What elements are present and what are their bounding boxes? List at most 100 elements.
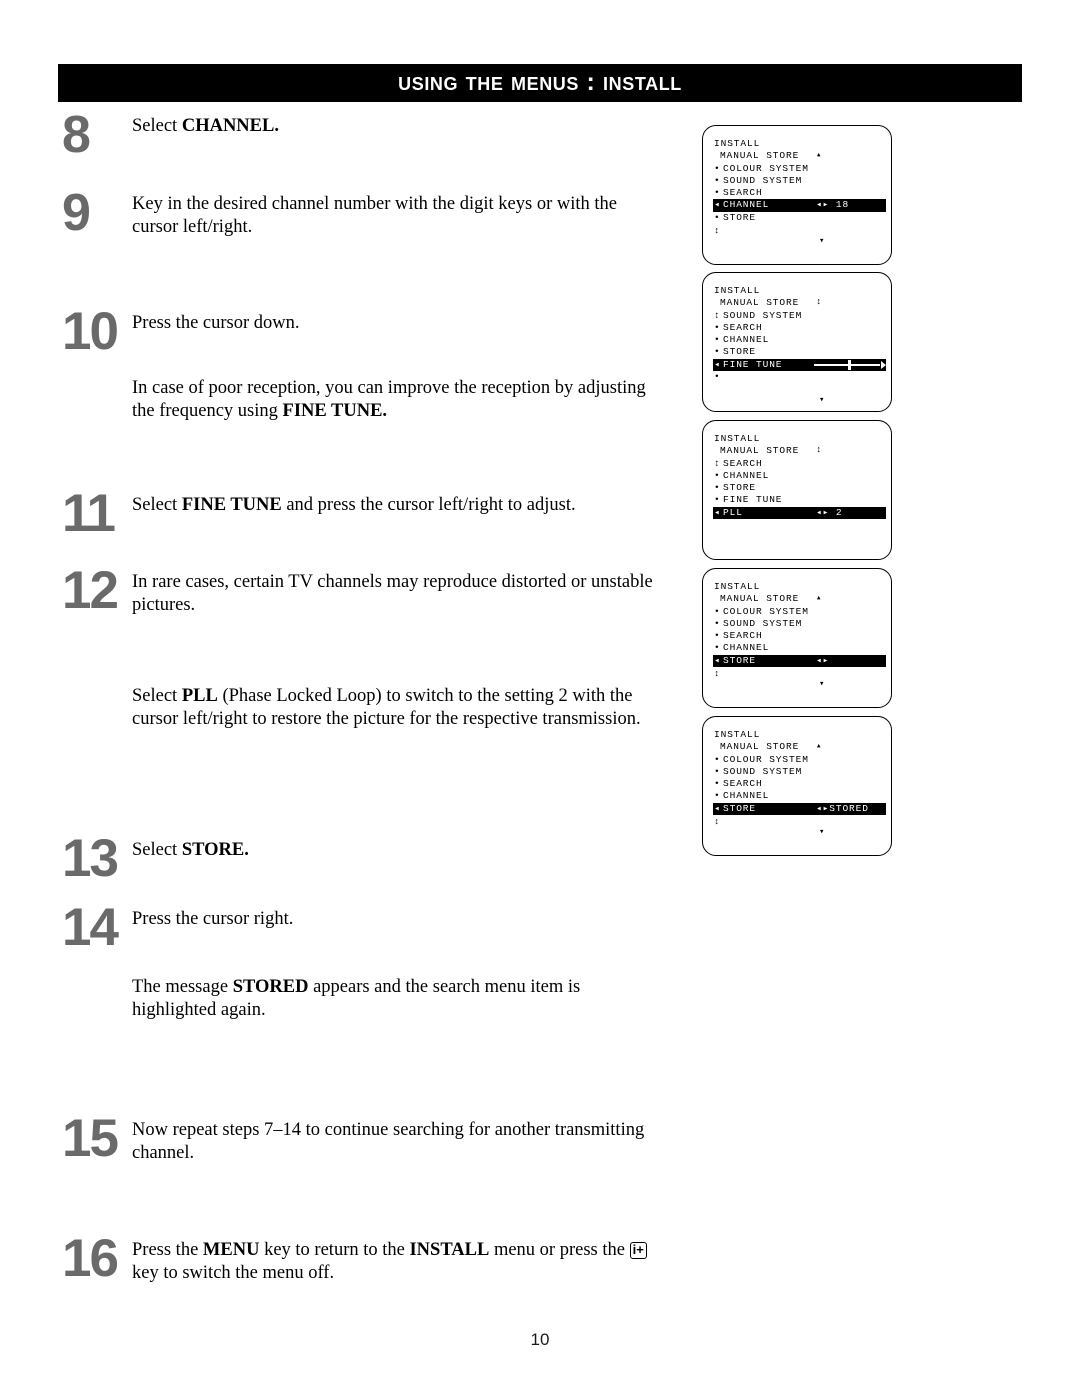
- page-header-bar: Using the Menus : Install: [58, 64, 1022, 102]
- osd-row[interactable]: • SEARCH: [713, 630, 891, 642]
- osd-row[interactable]: • COLOUR SYSTEM: [713, 606, 891, 618]
- osd-row[interactable]: • SOUND SYSTEM: [713, 766, 891, 778]
- slider-knob[interactable]: [848, 360, 851, 371]
- down-arrow-icon: ▾: [819, 827, 826, 838]
- osd-subtitle: MANUAL STORE ▴: [713, 741, 891, 753]
- osd-title: INSTALL: [714, 729, 761, 740]
- osd-content: INSTALL MANUAL STORE ▴ • COLOUR SYSTEM • SOUND…: [703, 569, 891, 703]
- up-down-arrow-icon: ↕: [714, 226, 721, 237]
- osd-row-value: ◂▸ 2: [816, 506, 843, 518]
- scroll-indicator-icon: ↕: [816, 445, 822, 456]
- osd-row-label: COLOUR SYSTEM: [723, 605, 809, 617]
- left-arrow-icon: ◂: [714, 199, 721, 211]
- up-down-arrow-icon: ↕: [714, 817, 721, 828]
- bullet-icon: •: [714, 605, 721, 617]
- osd-row-value: ◂▸STORED: [816, 802, 869, 814]
- osd-row[interactable]: • STORE: [713, 346, 891, 358]
- osd-subtitle: MANUAL STORE ▴: [713, 593, 891, 605]
- osd-footer-indicators: ▾: [713, 383, 891, 409]
- osd-footer-indicators: ↕ ▾: [713, 667, 891, 693]
- osd-row-label: SOUND SYSTEM: [723, 617, 803, 629]
- osd-row-selected[interactable]: ◂ CHANNEL ◂▸ 18: [713, 199, 886, 212]
- left-arrow-icon: ◂: [714, 506, 721, 518]
- bullet-icon: •: [714, 790, 721, 802]
- osd-row-value: ◂▸: [816, 654, 830, 666]
- step-12: 12 In rare cases, certain TV channels ma…: [62, 561, 662, 620]
- bullet-icon: •: [714, 642, 721, 654]
- screen-fine-tune: INSTALL MANUAL STORE ↕ ↕ SOUND SYSTEM • SEARCH…: [702, 272, 892, 412]
- step-number: 12: [62, 561, 119, 620]
- bullet-icon: •: [714, 371, 721, 383]
- step-13: 13 Select STORE.: [62, 832, 662, 885]
- step-text: Now repeat steps 7–14 to continue search…: [132, 1120, 645, 1163]
- osd-footer-indicators: ↕ ▾: [713, 224, 891, 250]
- bullet-icon: •: [714, 482, 721, 494]
- osd-row[interactable]: • STORE: [713, 482, 891, 494]
- osd-row-label: SEARCH: [723, 630, 763, 642]
- step-number: 9: [62, 184, 91, 242]
- step-text: Select CHANNEL.: [132, 116, 279, 136]
- osd-row[interactable]: • SEARCH: [713, 187, 891, 199]
- osd-content: INSTALL MANUAL STORE ↕ ↕ SOUND SYSTEM • SEARCH…: [703, 273, 891, 419]
- screen-channel: INSTALL MANUAL STORE ▴ • COLOUR SYSTEM • SOUND…: [702, 125, 892, 265]
- osd-row[interactable]: • CHANNEL: [713, 470, 891, 482]
- osd-row[interactable]: • COLOUR SYSTEM: [713, 163, 891, 175]
- osd-row-label: SOUND SYSTEM: [723, 309, 803, 321]
- osd-row-label: FINE TUNE: [723, 494, 783, 506]
- step-text: In rare cases, certain TV channels may r…: [132, 572, 653, 615]
- step-text: Press the cursor right.: [132, 909, 294, 929]
- osd-row-label: SEARCH: [723, 457, 763, 469]
- osd-row[interactable]: ↕ SOUND SYSTEM: [713, 310, 891, 322]
- osd-row[interactable]: • SEARCH: [713, 322, 891, 334]
- osd-row-selected[interactable]: ◂ STORE ◂▸: [713, 654, 886, 668]
- osd-row[interactable]: • CHANNEL: [713, 790, 891, 802]
- osd-title: INSTALL: [714, 138, 761, 149]
- osd-row[interactable]: • CHANNEL: [713, 334, 891, 346]
- osd-footer-indicators: ↕ ▾: [713, 815, 891, 841]
- fine-tune-slider[interactable]: [814, 360, 886, 371]
- osd-row-label: CHANNEL: [723, 334, 770, 346]
- left-arrow-icon: ◂: [714, 654, 721, 666]
- scroll-indicator-icon: ▴: [816, 593, 822, 604]
- osd-subtitle: MANUAL STORE ↕: [713, 297, 891, 309]
- osd-row[interactable]: •: [713, 371, 891, 383]
- osd-row[interactable]: • COLOUR SYSTEM: [713, 754, 891, 766]
- osd-row-label: PLL: [723, 506, 743, 518]
- osd-row-selected[interactable]: ◂ STORE ◂▸STORED: [713, 802, 886, 816]
- osd-subtitle-label: MANUAL STORE: [720, 593, 800, 605]
- osd-row-label: STORE: [723, 654, 757, 666]
- step-number: 15: [62, 1109, 119, 1168]
- osd-row[interactable]: • SOUND SYSTEM: [713, 618, 891, 630]
- step-14: 14 Press the cursor right.: [62, 901, 662, 954]
- osd-row[interactable]: • SOUND SYSTEM: [713, 175, 891, 187]
- osd-row[interactable]: • STORE: [713, 212, 891, 224]
- screen-store: INSTALL MANUAL STORE ▴ • COLOUR SYSTEM • SOUND…: [702, 568, 892, 708]
- bullet-icon: •: [714, 778, 721, 790]
- bullet-icon: •: [714, 753, 721, 765]
- page-number: 10: [530, 1330, 550, 1349]
- up-down-arrow-icon: ↕: [714, 669, 721, 680]
- osd-row[interactable]: • CHANNEL: [713, 642, 891, 654]
- osd-row[interactable]: ↕ SEARCH: [713, 458, 891, 470]
- bullet-icon: ↕: [714, 309, 721, 321]
- osd-row-label: STORE: [723, 346, 757, 358]
- bullet-icon: •: [714, 494, 721, 506]
- osd-subtitle: MANUAL STORE ↕: [713, 445, 891, 457]
- osd-row[interactable]: • FINE TUNE: [713, 494, 891, 506]
- bullet-icon: •: [714, 346, 721, 358]
- osd-row-selected[interactable]: ◂ PLL ◂▸ 2: [713, 506, 886, 520]
- step-number: 16: [62, 1229, 119, 1288]
- osd-row-label: STORE: [723, 482, 757, 494]
- osd-subtitle-label: MANUAL STORE: [720, 150, 800, 162]
- osd-row[interactable]: • SEARCH: [713, 778, 891, 790]
- osd-row-label: CHANNEL: [723, 199, 770, 211]
- step-11: 11 Select FINE TUNE and press the cursor…: [62, 487, 662, 540]
- osd-row-label: SOUND SYSTEM: [723, 174, 803, 186]
- step-15: 15 Now repeat steps 7–14 to continue sea…: [62, 1109, 662, 1168]
- bullet-icon: •: [714, 469, 721, 481]
- osd-row-selected[interactable]: ◂ FINE TUNE: [713, 358, 886, 372]
- note-after-step-10: In case of poor reception, you can impro…: [132, 378, 646, 421]
- down-arrow-icon: ▾: [819, 679, 826, 690]
- osd-row-label: SEARCH: [723, 321, 763, 333]
- step-text: Select FINE TUNE and press the cursor le…: [132, 495, 576, 515]
